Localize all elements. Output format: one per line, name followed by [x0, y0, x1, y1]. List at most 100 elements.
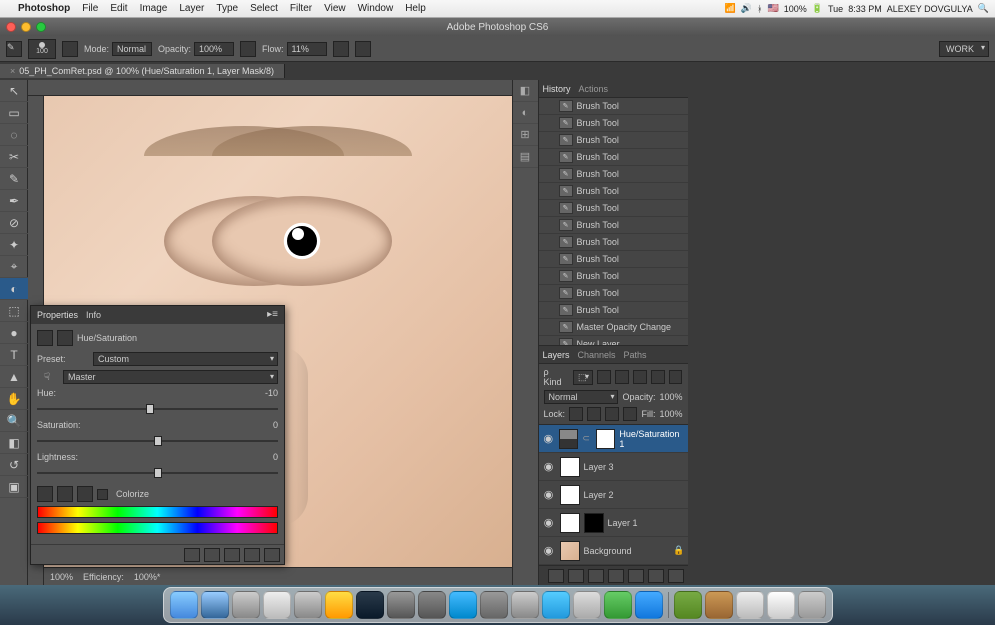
menubar-battery[interactable]: 100% — [784, 4, 807, 14]
opacity-field[interactable]: 100% — [194, 42, 234, 56]
tool-button[interactable]: ✎ — [0, 168, 28, 190]
tool-button[interactable]: ↖ — [0, 80, 28, 102]
window-minimize-button[interactable] — [21, 22, 31, 32]
dock-app[interactable] — [418, 591, 446, 619]
tool-button[interactable]: ✂ — [0, 146, 28, 168]
dock-app[interactable] — [767, 591, 795, 619]
layer-mask-icon[interactable] — [588, 569, 604, 583]
history-item[interactable]: ✎Brush Tool — [539, 149, 688, 166]
blend-mode-dropdown[interactable]: Normal — [544, 390, 619, 404]
colorize-checkbox[interactable] — [97, 489, 108, 500]
history-item[interactable]: ✎Master Opacity Change — [539, 319, 688, 336]
history-checkbox-icon[interactable] — [543, 270, 555, 282]
layer-name[interactable]: Background — [584, 546, 632, 556]
menu-view[interactable]: View — [318, 3, 352, 14]
menubar-spotlight-icon[interactable]: 🔍 — [978, 3, 989, 14]
tool-button[interactable]: ✋ — [0, 388, 28, 410]
layer-thumbnail[interactable] — [559, 429, 578, 449]
layer-visibility-icon[interactable]: ◉ — [542, 432, 556, 445]
dock-safari[interactable] — [201, 591, 229, 619]
lock-position-icon[interactable] — [605, 407, 619, 421]
tool-button[interactable]: ▲ — [0, 366, 28, 388]
layers-filter-dropdown[interactable]: ⬚ — [573, 370, 593, 385]
brush-panel-toggle-icon[interactable] — [62, 41, 78, 57]
eyedropper-icon[interactable] — [37, 486, 53, 502]
tab-layers[interactable]: Layers — [543, 350, 570, 360]
layer-visibility-icon[interactable]: ◉ — [542, 460, 556, 473]
dock-itunes[interactable] — [449, 591, 477, 619]
lock-all-icon[interactable] — [623, 407, 637, 421]
layer-fx-icon[interactable] — [568, 569, 584, 583]
history-checkbox-icon[interactable] — [543, 168, 555, 180]
menu-image[interactable]: Image — [134, 3, 174, 14]
dock-finder[interactable] — [170, 591, 198, 619]
filter-shape-icon[interactable] — [651, 370, 665, 384]
menu-type[interactable]: Type — [210, 3, 244, 14]
history-item[interactable]: ✎Brush Tool — [539, 268, 688, 285]
dock-app[interactable] — [573, 591, 601, 619]
tool-button[interactable]: ▣ — [0, 476, 28, 498]
history-checkbox-icon[interactable] — [543, 151, 555, 163]
history-checkbox-icon[interactable] — [543, 100, 555, 112]
saturation-slider[interactable] — [37, 436, 278, 446]
layer-name[interactable]: Layer 2 — [584, 490, 614, 500]
menubar-day[interactable]: Tue — [828, 4, 843, 14]
adjustment-icon[interactable] — [37, 330, 53, 346]
efficiency-value[interactable]: 100%* — [134, 572, 161, 582]
tool-button[interactable]: ● — [0, 322, 28, 344]
eyedropper-subtract-icon[interactable] — [77, 486, 93, 502]
layer-visibility-icon[interactable]: ◉ — [542, 516, 556, 529]
tool-button[interactable]: ✒ — [0, 190, 28, 212]
layer-thumbnail[interactable] — [560, 541, 580, 561]
panel-icon[interactable]: ◐ — [513, 102, 538, 124]
filter-smart-icon[interactable] — [669, 370, 683, 384]
dock-evernote[interactable] — [604, 591, 632, 619]
history-checkbox-icon[interactable] — [543, 236, 555, 248]
tab-history[interactable]: History — [543, 84, 571, 94]
tab-actions[interactable]: Actions — [579, 84, 609, 94]
dock-chrome[interactable] — [325, 591, 353, 619]
menubar-time[interactable]: 8:33 PM — [848, 4, 882, 14]
history-item[interactable]: ✎Brush Tool — [539, 166, 688, 183]
toggle-visibility-icon[interactable] — [244, 548, 260, 562]
dock-app[interactable] — [511, 591, 539, 619]
window-zoom-button[interactable] — [36, 22, 46, 32]
mode-dropdown[interactable]: Normal — [112, 42, 152, 56]
window-close-button[interactable] — [6, 22, 16, 32]
clip-to-layer-icon[interactable] — [184, 548, 200, 562]
dock-app[interactable] — [263, 591, 291, 619]
filter-type-icon[interactable] — [633, 370, 647, 384]
layer-name[interactable]: Layer 1 — [608, 518, 638, 528]
dock-bridge[interactable] — [705, 591, 733, 619]
new-adjustment-icon[interactable] — [608, 569, 624, 583]
menu-help[interactable]: Help — [399, 3, 432, 14]
dock-trash[interactable] — [798, 591, 826, 619]
zoom-level[interactable]: 100% — [50, 572, 73, 582]
history-checkbox-icon[interactable] — [543, 185, 555, 197]
preset-dropdown[interactable]: Custom — [93, 352, 278, 366]
menu-app[interactable]: Photoshop — [12, 3, 76, 14]
document-tab[interactable]: × 05_PH_ComRet.psd @ 100% (Hue/Saturatio… — [0, 64, 285, 78]
tool-button[interactable]: T — [0, 344, 28, 366]
tool-button[interactable]: 🔍 — [0, 410, 28, 432]
properties-panel[interactable]: Properties Info ▸≡ Hue/Saturation Preset… — [30, 305, 285, 565]
panel-menu-icon[interactable]: ▸≡ — [267, 309, 278, 320]
layer-row[interactable]: ◉ Layer 1 — [539, 509, 688, 537]
menu-edit[interactable]: Edit — [104, 3, 133, 14]
history-checkbox-icon[interactable] — [543, 253, 555, 265]
brush-preset-picker[interactable]: 100 — [28, 39, 56, 59]
dock-app[interactable] — [387, 591, 415, 619]
eyedropper-add-icon[interactable] — [57, 486, 73, 502]
channel-dropdown[interactable]: Master — [63, 370, 278, 384]
panel-icon[interactable]: ▤ — [513, 146, 538, 168]
layer-visibility-icon[interactable]: ◉ — [542, 544, 556, 557]
workspace-switcher[interactable]: WORK — [939, 41, 989, 57]
layer-opacity-value[interactable]: 100% — [659, 392, 682, 402]
history-item[interactable]: ✎Brush Tool — [539, 285, 688, 302]
tab-paths[interactable]: Paths — [624, 350, 647, 360]
airbrush-icon[interactable] — [333, 41, 349, 57]
tool-button[interactable]: ◌ — [0, 124, 28, 146]
history-checkbox-icon[interactable] — [543, 219, 555, 231]
tool-button[interactable]: ◐ — [0, 278, 28, 300]
layer-thumbnail[interactable] — [584, 513, 604, 533]
